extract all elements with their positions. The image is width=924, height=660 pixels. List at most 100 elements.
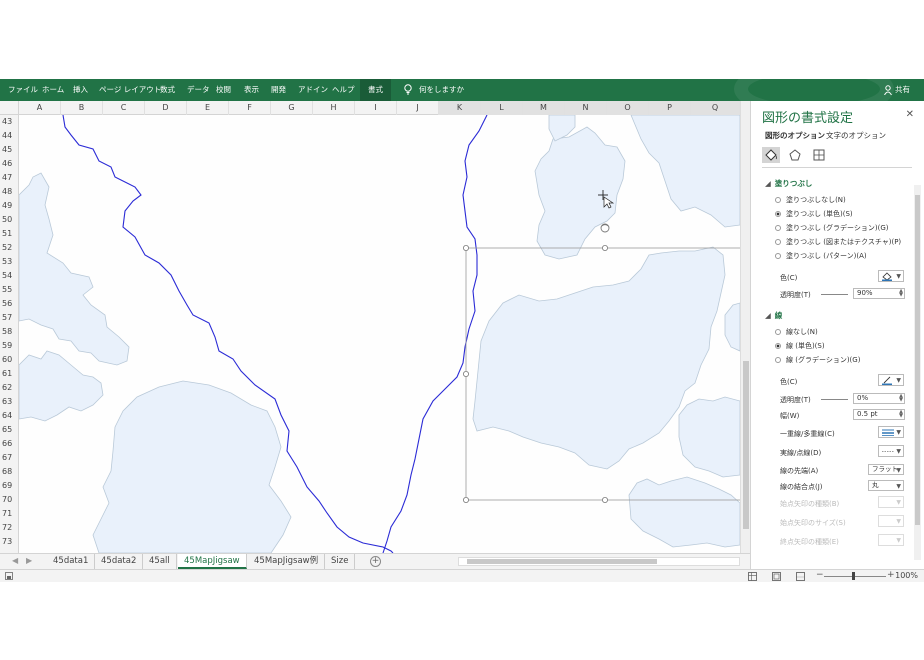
column-header-g[interactable]: G	[271, 101, 313, 115]
row-header-54[interactable]: 54	[0, 269, 18, 283]
dash-type-dropdown[interactable]: ▼	[878, 445, 904, 457]
row-header-53[interactable]: 53	[0, 255, 18, 269]
fill-color-picker[interactable]: ▼	[878, 270, 904, 282]
tab-shape-options[interactable]: 図形のオプション	[765, 130, 825, 141]
fill-transparency-slider[interactable]	[821, 294, 848, 295]
line-option-none[interactable]: 線なし(N)	[775, 327, 818, 337]
spinner-icon[interactable]: ▲ ▼	[899, 394, 903, 403]
fill-option-pattern[interactable]: 塗りつぶし (パターン)(A)	[775, 251, 867, 261]
fill-transparency-input[interactable]: 90% ▲ ▼	[853, 288, 905, 299]
zoom-level[interactable]: 100%	[895, 571, 918, 580]
tab-developer[interactable]: 開発	[271, 79, 286, 101]
row-header-55[interactable]: 55	[0, 283, 18, 297]
column-header-l[interactable]: L	[481, 101, 523, 115]
sheet-tab-45mapjigsaw[interactable]: 45MapJigsaw	[178, 554, 247, 569]
row-header-62[interactable]: 62	[0, 381, 18, 395]
column-header-n[interactable]: N	[565, 101, 607, 115]
column-header-k[interactable]: K	[439, 101, 481, 115]
column-header-d[interactable]: D	[145, 101, 187, 115]
row-header-64[interactable]: 64	[0, 409, 18, 423]
row-header-47[interactable]: 47	[0, 171, 18, 185]
tab-format[interactable]: 書式	[360, 79, 391, 101]
join-type-dropdown[interactable]: 丸 ▼	[868, 480, 904, 491]
tab-help[interactable]: ヘルプ	[332, 79, 355, 101]
row-header-45[interactable]: 45	[0, 143, 18, 157]
spinner-icon[interactable]: ▲ ▼	[899, 410, 903, 419]
sheet-tab-45all[interactable]: 45all	[143, 554, 177, 569]
horizontal-scroll-thumb[interactable]	[467, 559, 657, 564]
line-transparency-input[interactable]: 0% ▲ ▼	[853, 393, 905, 404]
tab-review[interactable]: 校閲	[216, 79, 231, 101]
cap-type-dropdown[interactable]: フラット ▼	[868, 464, 904, 475]
sheet-tab-45mapjigsaw-example[interactable]: 45MapJigsaw例	[248, 554, 326, 569]
row-header-70[interactable]: 70	[0, 493, 18, 507]
tab-addins[interactable]: アドイン	[298, 79, 328, 101]
pane-scroll-thumb[interactable]	[915, 195, 920, 525]
fill-option-solid[interactable]: 塗りつぶし (単色)(S)	[775, 209, 853, 219]
line-option-solid[interactable]: 線 (単色)(S)	[775, 341, 825, 351]
effects-icon[interactable]	[786, 147, 804, 163]
share-button[interactable]: 共有	[895, 79, 910, 101]
column-header-j[interactable]: J	[397, 101, 439, 115]
zoom-slider[interactable]	[824, 576, 886, 577]
column-header-e[interactable]: E	[187, 101, 229, 115]
row-header-52[interactable]: 52	[0, 241, 18, 255]
page-layout-view-icon[interactable]	[772, 572, 781, 581]
fill-option-none[interactable]: 塗りつぶしなし(N)	[775, 195, 846, 205]
normal-view-icon[interactable]	[748, 572, 757, 581]
row-header-58[interactable]: 58	[0, 325, 18, 339]
tab-data[interactable]: データ	[187, 79, 210, 101]
sheet-next-icon[interactable]: ▶	[26, 556, 32, 565]
tab-view[interactable]: 表示	[244, 79, 259, 101]
row-header-51[interactable]: 51	[0, 227, 18, 241]
row-header-43[interactable]: 43	[0, 115, 18, 129]
tab-file[interactable]: ファイル	[8, 79, 38, 101]
horizontal-scrollbar[interactable]	[458, 557, 740, 566]
fill-line-icon[interactable]	[762, 147, 780, 163]
vertical-scrollbar[interactable]	[740, 101, 750, 553]
tab-text-options[interactable]: 文字のオプション	[826, 130, 886, 141]
zoom-out-icon[interactable]: −	[816, 570, 824, 580]
zoom-slider-knob[interactable]	[852, 572, 855, 580]
row-header-71[interactable]: 71	[0, 507, 18, 521]
line-transparency-slider[interactable]	[821, 399, 848, 400]
zoom-in-icon[interactable]: +	[887, 570, 895, 580]
fill-section-header[interactable]: ◢ 塗りつぶし	[765, 178, 812, 189]
row-header-44[interactable]: 44	[0, 129, 18, 143]
sheet-tab-45data1[interactable]: 45data1	[47, 554, 96, 569]
tab-home[interactable]: ホーム	[42, 79, 64, 101]
row-header-67[interactable]: 67	[0, 451, 18, 465]
pane-scrollbar[interactable]	[914, 185, 921, 560]
column-header-a[interactable]: A	[19, 101, 61, 115]
row-header-61[interactable]: 61	[0, 367, 18, 381]
row-header-65[interactable]: 65	[0, 423, 18, 437]
row-header-72[interactable]: 72	[0, 521, 18, 535]
vertical-scroll-thumb[interactable]	[743, 361, 749, 529]
row-header-59[interactable]: 59	[0, 339, 18, 353]
tab-formulas[interactable]: 数式	[160, 79, 175, 101]
page-break-view-icon[interactable]	[796, 572, 805, 581]
select-all-corner[interactable]	[0, 101, 19, 115]
column-header-q[interactable]: Q	[691, 101, 740, 115]
row-header-57[interactable]: 57	[0, 311, 18, 325]
row-header-60[interactable]: 60	[0, 353, 18, 367]
row-header-63[interactable]: 63	[0, 395, 18, 409]
column-header-b[interactable]: B	[61, 101, 103, 115]
column-header-i[interactable]: I	[355, 101, 397, 115]
sheet-tab-size[interactable]: Size	[325, 554, 356, 569]
row-header-69[interactable]: 69	[0, 479, 18, 493]
tab-page-layout[interactable]: ページ レイアウト	[99, 79, 161, 101]
sheet-prev-icon[interactable]: ◀	[12, 556, 18, 565]
fill-option-gradient[interactable]: 塗りつぶし (グラデーション)(G)	[775, 223, 889, 233]
row-header-73[interactable]: 73	[0, 535, 18, 549]
column-header-m[interactable]: M	[523, 101, 565, 115]
worksheet-grid[interactable]	[19, 115, 740, 553]
column-header-o[interactable]: O	[607, 101, 649, 115]
size-properties-icon[interactable]	[810, 147, 828, 163]
row-header-46[interactable]: 46	[0, 157, 18, 171]
line-color-picker[interactable]: ▼	[878, 374, 904, 386]
macro-record-icon[interactable]	[5, 572, 13, 580]
column-header-h[interactable]: H	[313, 101, 355, 115]
row-header-50[interactable]: 50	[0, 213, 18, 227]
column-header-c[interactable]: C	[103, 101, 145, 115]
